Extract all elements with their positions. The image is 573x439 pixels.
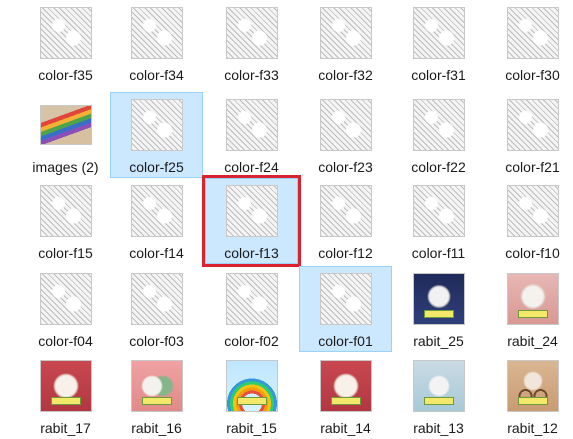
thumbnail: [225, 7, 278, 59]
file-name: color-f33: [224, 67, 279, 83]
thumbnail: [39, 360, 92, 412]
file-name: color-f13: [224, 245, 279, 261]
file-name: color-f21: [505, 159, 560, 175]
file-name: rabit_25: [413, 333, 464, 349]
thumbnail: [130, 99, 183, 151]
file-tile[interactable]: color-f32: [299, 0, 392, 86]
file-name: color-f34: [129, 67, 184, 83]
thumbnail: [319, 273, 372, 325]
thumbnail: [39, 105, 92, 145]
file-tile[interactable]: color-f02: [205, 266, 298, 352]
file-tile[interactable]: color-f14: [110, 178, 203, 264]
file-tile[interactable]: color-f23: [299, 92, 392, 178]
file-tile[interactable]: color-f10: [486, 178, 573, 264]
thumbnail: [506, 185, 559, 237]
banner-icon: [236, 397, 267, 405]
thumbnail: [39, 7, 92, 59]
file-tile[interactable]: rabit_13: [392, 353, 485, 439]
file-tile[interactable]: rabit_24: [486, 266, 573, 352]
thumbnail: [225, 360, 278, 412]
file-name: color-f31: [411, 67, 466, 83]
file-name: color-f23: [318, 159, 373, 175]
thumbnail: [412, 360, 465, 412]
thumbnail: [130, 185, 183, 237]
file-tile[interactable]: color-f04: [19, 266, 112, 352]
thumbnail: [506, 273, 559, 325]
file-tile[interactable]: color-f15: [19, 178, 112, 264]
file-tile-highlighted[interactable]: color-f13: [202, 175, 301, 267]
file-name: images (2): [32, 159, 99, 175]
file-name: rabit_24: [507, 333, 558, 349]
file-name: color-f25: [129, 159, 184, 175]
file-name: color-f32: [318, 67, 373, 83]
thumbnail: [225, 185, 278, 237]
thumbnail: [412, 273, 465, 325]
thumbnail: [506, 99, 559, 151]
file-grid: color-f35 color-f34 color-f33 color-f32 …: [0, 0, 573, 436]
file-tile[interactable]: rabit_14: [299, 353, 392, 439]
file-tile[interactable]: images (2): [19, 92, 112, 178]
thumbnail: [506, 360, 559, 412]
thumbnail: [130, 7, 183, 59]
banner-icon: [517, 397, 548, 405]
file-name: color-f03: [129, 333, 184, 349]
file-name: color-f12: [318, 245, 373, 261]
thumbnail: [39, 273, 92, 325]
file-name: color-f24: [224, 159, 279, 175]
file-name: rabit_12: [507, 420, 558, 436]
file-tile[interactable]: rabit_17: [19, 353, 112, 439]
file-name: color-f04: [38, 333, 93, 349]
file-name: color-f22: [411, 159, 466, 175]
thumbnail: [225, 273, 278, 325]
file-tile[interactable]: rabit_25: [392, 266, 485, 352]
banner-icon: [517, 310, 548, 318]
banner-icon: [423, 397, 454, 405]
file-name: color-f15: [38, 245, 93, 261]
file-name: rabit_13: [413, 420, 464, 436]
thumbnail: [412, 7, 465, 59]
thumbnail: [506, 7, 559, 59]
file-tile-selected[interactable]: color-f25: [110, 92, 203, 178]
file-tile[interactable]: rabit_15: [205, 353, 298, 439]
file-name: color-f10: [505, 245, 560, 261]
file-tile-selected[interactable]: color-f01: [299, 266, 392, 352]
file-name: rabit_15: [226, 420, 277, 436]
file-name: color-f35: [38, 67, 93, 83]
file-tile[interactable]: rabit_12: [486, 353, 573, 439]
banner-icon: [50, 397, 81, 405]
thumbnail: [412, 99, 465, 151]
banner-icon: [330, 397, 361, 405]
thumbnail: [319, 360, 372, 412]
file-tile[interactable]: color-f30: [486, 0, 573, 86]
thumbnail: [225, 99, 278, 151]
file-tile[interactable]: color-f34: [110, 0, 203, 86]
file-name: color-f02: [224, 333, 279, 349]
file-tile[interactable]: color-f21: [486, 92, 573, 178]
thumbnail: [39, 185, 92, 237]
banner-icon: [423, 310, 454, 318]
file-tile[interactable]: color-f22: [392, 92, 485, 178]
file-tile[interactable]: color-f33: [205, 0, 298, 86]
file-tile[interactable]: color-f24: [205, 92, 298, 178]
thumbnail: [412, 185, 465, 237]
thumbnail: [130, 360, 183, 412]
file-name: color-f01: [318, 333, 373, 349]
file-name: rabit_17: [40, 420, 91, 436]
file-name: rabit_14: [320, 420, 371, 436]
file-tile[interactable]: color-f35: [19, 0, 112, 86]
thumbnail: [319, 99, 372, 151]
file-tile[interactable]: color-f12: [299, 178, 392, 264]
thumbnail: [130, 273, 183, 325]
file-tile[interactable]: color-f03: [110, 266, 203, 352]
banner-icon: [141, 397, 172, 405]
file-tile[interactable]: color-f11: [392, 178, 485, 264]
file-name: color-f14: [129, 245, 184, 261]
file-name: color-f11: [411, 245, 466, 261]
file-name: color-f30: [505, 67, 560, 83]
thumbnail: [319, 7, 372, 59]
file-tile[interactable]: rabit_16: [110, 353, 203, 439]
thumbnail: [319, 185, 372, 237]
file-tile[interactable]: color-f31: [392, 0, 485, 86]
file-name: rabit_16: [131, 420, 182, 436]
